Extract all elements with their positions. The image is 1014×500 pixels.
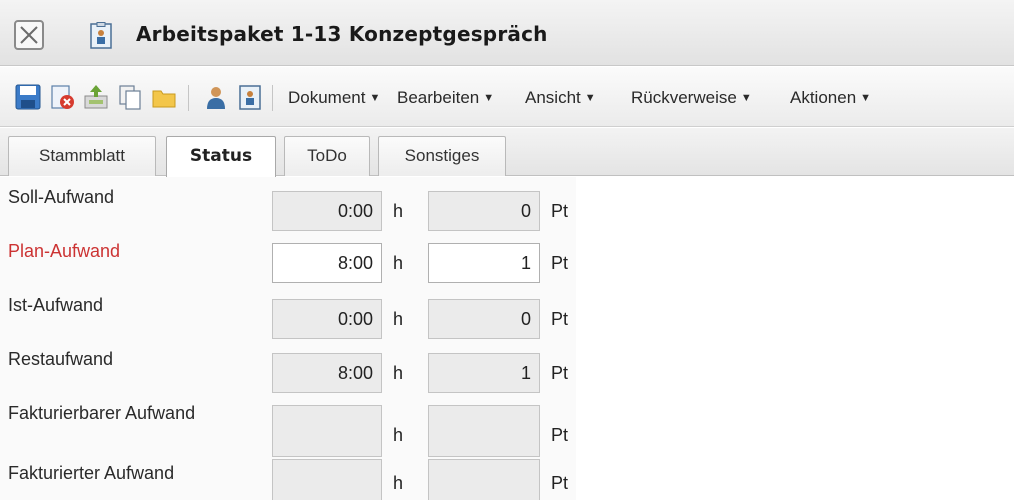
row-plan-aufwand: Plan-Aufwand 8:00 h 1 Pt: [0, 231, 576, 285]
menu-dokument[interactable]: Dokument ▼: [288, 88, 380, 108]
toolbar-separator: [188, 85, 189, 111]
hours-field: 8:00: [272, 353, 382, 393]
menu-ansicht[interactable]: Ansicht ▼: [525, 88, 596, 108]
chevron-down-icon: ▼: [584, 92, 596, 104]
row-soll-aufwand: Soll-Aufwand 0:00 h 0 Pt: [0, 177, 576, 231]
field-label: Fakturierbarer Aufwand: [8, 403, 196, 423]
points-field: 0: [428, 191, 540, 231]
points-input[interactable]: 1: [428, 243, 540, 283]
status-form: Soll-Aufwand 0:00 h 0 Pt Plan-Aufwand 8:…: [0, 177, 576, 500]
hours-field: 0:00: [272, 191, 382, 231]
hours-field: 0:00: [272, 299, 382, 339]
menu-rueckverweise[interactable]: Rückverweise ▼: [631, 88, 752, 108]
row-fakturierter-aufwand: Fakturierter Aufwand h Pt: [0, 453, 576, 500]
window-title: Arbeitspaket 1-13 Konzeptgespräch: [136, 22, 548, 46]
hours-unit: h: [393, 425, 404, 445]
hours-unit: h: [393, 253, 404, 273]
close-icon: [20, 26, 38, 44]
hours-input[interactable]: 8:00: [272, 243, 382, 283]
tab-stammblatt[interactable]: Stammblatt: [8, 136, 156, 176]
hours-unit: h: [393, 201, 404, 221]
hours-field: [272, 405, 382, 457]
row-ist-aufwand: Ist-Aufwand 0:00 h 0 Pt: [0, 285, 576, 339]
points-field: [428, 405, 540, 457]
field-label: Plan-Aufwand: [8, 241, 121, 261]
hours-unit: h: [393, 473, 404, 493]
close-button[interactable]: [14, 20, 44, 50]
hours-field: [272, 459, 382, 500]
copy-icon[interactable]: [116, 83, 144, 111]
row-fakturierbarer-aufwand: Fakturierbarer Aufwand h Pt: [0, 393, 576, 457]
field-label: Soll-Aufwand: [8, 187, 115, 207]
export-icon[interactable]: [82, 83, 110, 111]
person-icon[interactable]: [202, 83, 230, 111]
title-bar: Arbeitspaket 1-13 Konzeptgespräch: [0, 0, 1014, 66]
tab-status[interactable]: Status: [166, 136, 276, 177]
chevron-down-icon: ▼: [369, 92, 381, 104]
save-icon[interactable]: [14, 83, 42, 111]
folder-icon[interactable]: [150, 83, 178, 111]
toolbar-separator: [272, 85, 273, 111]
delete-icon[interactable]: [48, 83, 76, 111]
tab-bar: Stammblatt Status ToDo Sonstiges: [0, 128, 1014, 177]
points-field: 1: [428, 353, 540, 393]
document-person-icon: [90, 22, 112, 49]
chevron-down-icon: ▼: [860, 92, 872, 104]
row-restaufwand: Restaufwand 8:00 h 1 Pt: [0, 339, 576, 393]
field-label: Restaufwand: [8, 349, 114, 369]
points-unit: Pt: [551, 253, 569, 273]
points-field: 0: [428, 299, 540, 339]
points-unit: Pt: [551, 309, 569, 329]
hours-unit: h: [393, 363, 404, 383]
field-label: Ist-Aufwand: [8, 295, 104, 315]
hours-unit: h: [393, 309, 404, 329]
tab-sonstiges[interactable]: Sonstiges: [378, 136, 506, 176]
points-unit: Pt: [551, 425, 569, 445]
menu-bearbeiten[interactable]: Bearbeiten ▼: [397, 88, 494, 108]
points-unit: Pt: [551, 201, 569, 221]
points-field: [428, 459, 540, 500]
toolbar: Dokument ▼ Bearbeiten ▼ Ansicht ▼ Rückverwe…: [0, 67, 1014, 127]
tab-todo[interactable]: ToDo: [284, 136, 370, 176]
menu-aktionen[interactable]: Aktionen ▼: [790, 88, 871, 108]
chevron-down-icon: ▼: [483, 92, 495, 104]
field-label: Fakturierter Aufwand: [8, 463, 175, 483]
points-unit: Pt: [551, 363, 569, 383]
chevron-down-icon: ▼: [740, 92, 752, 104]
person-card-icon[interactable]: [236, 83, 264, 111]
points-unit: Pt: [551, 473, 569, 493]
